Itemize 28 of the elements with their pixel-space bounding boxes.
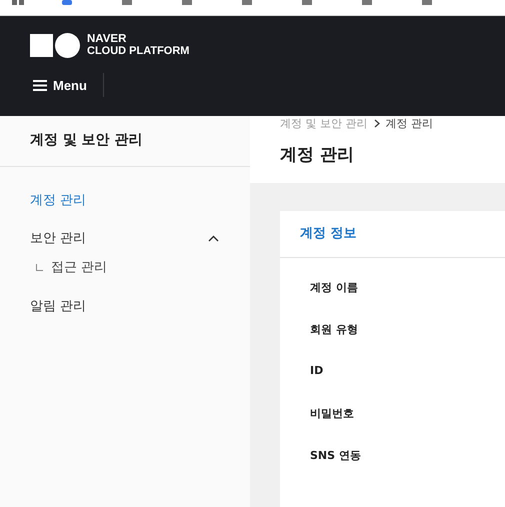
field-label: 비밀번호 bbox=[310, 406, 355, 420]
field-label: 회원 유형 bbox=[310, 322, 359, 336]
bookmark-icon[interactable] bbox=[182, 0, 192, 6]
page-title: 계정 관리 bbox=[280, 144, 355, 166]
sidebar-subitem[interactable]: 접근 관리 bbox=[51, 258, 108, 276]
bookmark-icon[interactable] bbox=[422, 0, 432, 6]
logo-icon bbox=[30, 32, 80, 58]
breadcrumb-link[interactable]: 계정 관리 bbox=[386, 116, 433, 131]
field-label: ID bbox=[310, 364, 324, 378]
field-label: SNS 연동 bbox=[310, 448, 362, 462]
sidebar-item[interactable]: 보안 관리 bbox=[30, 229, 86, 247]
bookmark-icon[interactable] bbox=[242, 0, 252, 6]
menu-button[interactable]: Menu bbox=[26, 74, 95, 96]
chevron-up-icon[interactable] bbox=[208, 234, 219, 242]
chevron-right-icon bbox=[374, 119, 380, 128]
sidebar-item[interactable]: 계정 관리 bbox=[30, 191, 86, 209]
sidebar-item[interactable]: 알림 관리 bbox=[30, 297, 86, 315]
bookmark-icon[interactable] bbox=[62, 0, 72, 6]
apps-icon[interactable] bbox=[12, 0, 24, 6]
bookmark-icon[interactable] bbox=[362, 0, 372, 6]
logo-text: CLOUD PLATFORM bbox=[87, 45, 190, 57]
field-label: 계정 이름 bbox=[310, 280, 359, 294]
logo-text: NAVER bbox=[87, 33, 128, 45]
bookmark-icon[interactable] bbox=[302, 0, 312, 6]
bookmark-icon[interactable] bbox=[122, 0, 132, 6]
menu-icon bbox=[33, 80, 47, 90]
corner-icon bbox=[36, 264, 43, 270]
card-title: 계정 정보 bbox=[280, 211, 505, 258]
